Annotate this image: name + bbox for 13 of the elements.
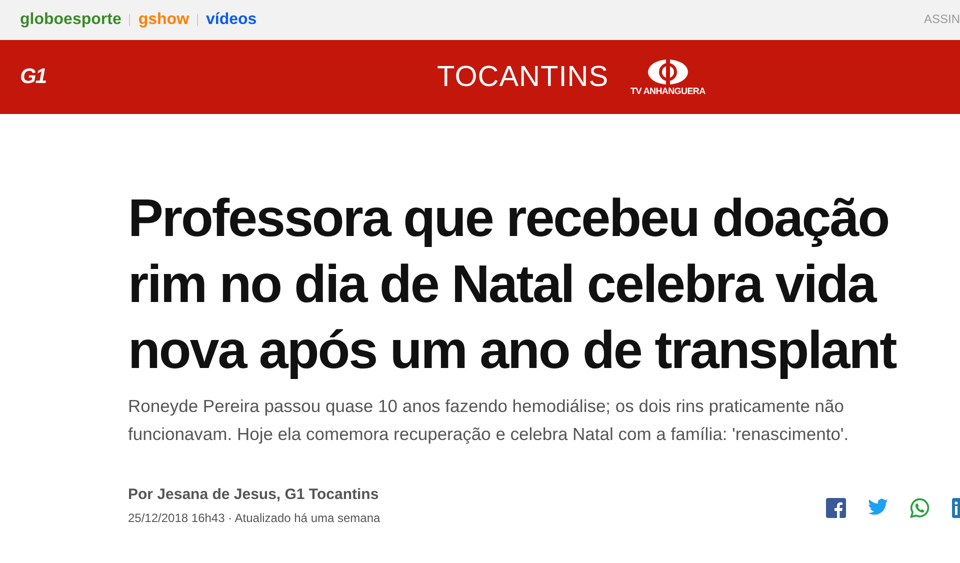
nav-link[interactable]: vídeos bbox=[206, 11, 257, 29]
article-subtitle: Roneyde Pereira passou quase 10 anos fazendo hemodiálise; os dois rins praticamente não funcionavam. Hoje ela comemora recuperação e celebra Natal com a família: 'renascimento'. bbox=[128, 395, 850, 446]
headline-line: rim no dia de Natal celebra vida bbox=[128, 254, 876, 316]
author-byline: Por Jesana de Jesus, G1 Tocantins bbox=[128, 486, 380, 503]
site-logo[interactable]: G1 bbox=[20, 65, 46, 89]
nav-link[interactable]: globoesporte bbox=[20, 11, 122, 29]
region-title: TOCANTINS bbox=[437, 60, 609, 94]
subscribe-link[interactable]: ASSIN bbox=[924, 12, 960, 26]
station-name: TV ANHANGUERA bbox=[630, 86, 706, 96]
nav-link[interactable]: gshow bbox=[138, 11, 190, 29]
publish-date: 25/12/2018 16h43 · Atualizado há uma semana bbox=[128, 511, 380, 525]
headline-line: Professora que recebeu doação bbox=[128, 188, 889, 250]
headline-line: nova após um ano de transplant bbox=[128, 320, 896, 382]
